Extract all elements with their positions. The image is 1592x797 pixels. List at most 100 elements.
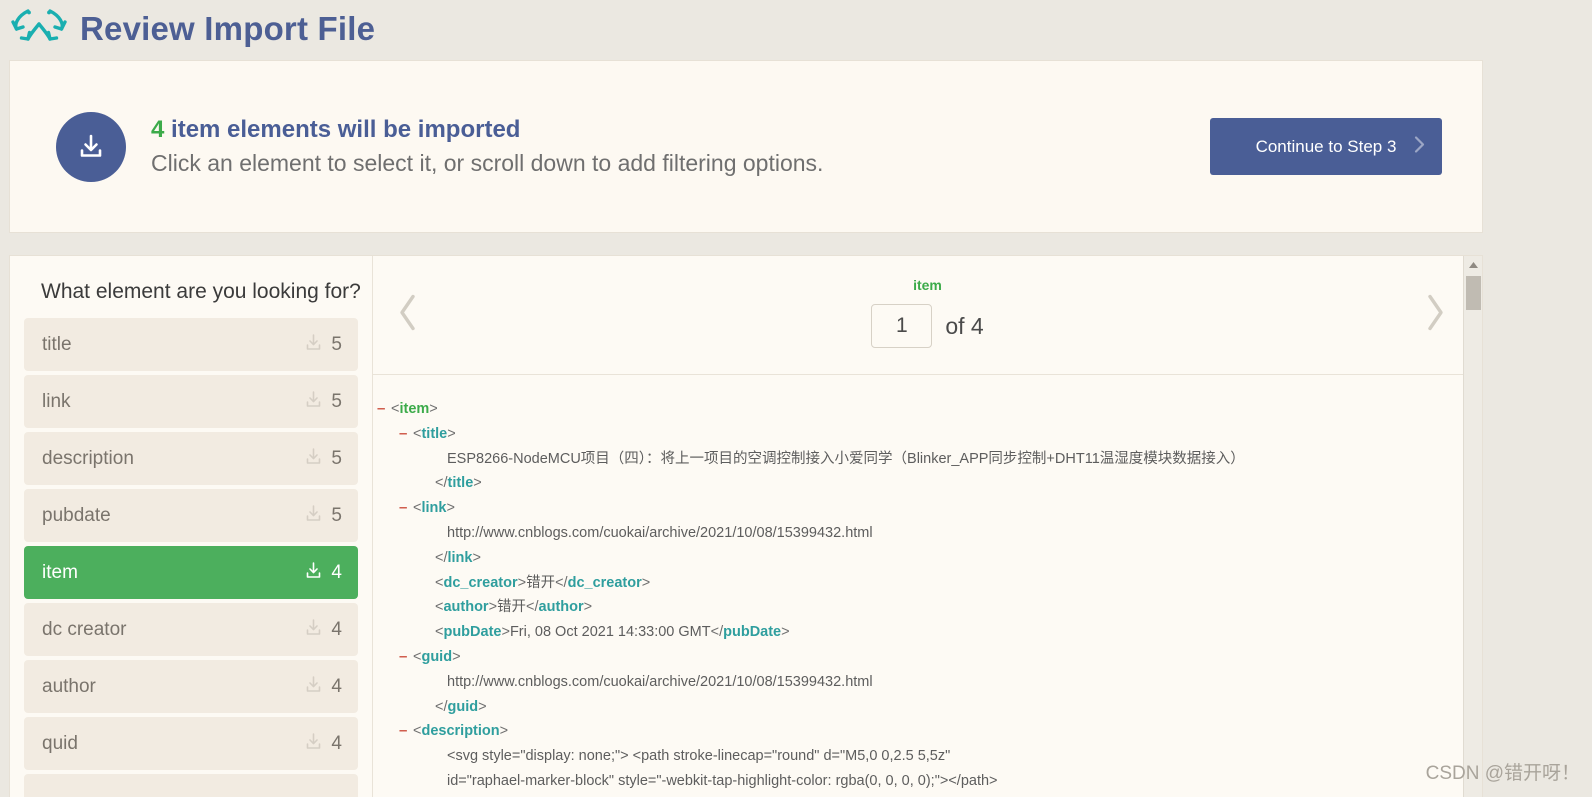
pager-center: of 4: [871, 304, 984, 348]
xml-token-tag: description: [421, 723, 500, 740]
element-row-label: item: [42, 561, 78, 583]
xml-token-txt: id="raphael-marker-block" style="-webkit…: [447, 772, 998, 789]
sidebar-heading: What element are you looking for?: [41, 280, 361, 303]
page-title: Review Import File: [80, 10, 376, 47]
element-row-dc-creator[interactable]: dc creator 4: [24, 603, 358, 656]
xml-token-punct: >: [473, 475, 482, 492]
xml-token-punct: </: [710, 624, 724, 641]
import-summary-panel: 4 item elements will be imported Click a…: [9, 60, 1483, 233]
import-summary-headline: 4 item elements will be imported: [151, 115, 1210, 145]
download-icon: [304, 561, 323, 585]
xml-token-punct: >: [429, 401, 438, 417]
page-number-input[interactable]: [871, 304, 933, 348]
pager-total-label: of 4: [945, 312, 984, 339]
import-count: 4: [151, 115, 165, 143]
xml-line: <dc_creator>错开</dc_creator>: [435, 571, 1464, 596]
xml-line: </title>: [435, 471, 1464, 496]
element-row-count: 4: [331, 675, 342, 697]
xml-token-punct: </: [435, 475, 448, 492]
xml-token-punct: >: [452, 648, 461, 665]
xml-token-txt: <svg style="display: none;"> <path strok…: [447, 748, 951, 765]
element-row-label: title: [42, 333, 72, 355]
element-row-item[interactable]: item 4: [24, 546, 358, 599]
download-icon: [304, 732, 323, 756]
xml-token-punct: </: [526, 599, 539, 616]
xml-token-txt: Fri, 08 Oct 2021 14:33:00 GMT: [509, 624, 711, 641]
xml-token-punct: >: [447, 425, 456, 442]
xml-token-punct: >: [517, 574, 527, 591]
xml-token-tag: author: [538, 599, 584, 616]
xml-token-punct: >: [499, 723, 509, 740]
xml-token-punct: >: [478, 698, 487, 715]
xml-preview: – <item> – <title> ESP8266-NodeMCU项目（四）：将上一项…: [373, 375, 1482, 797]
collapse-toggle-icon[interactable]: –: [377, 397, 385, 422]
collapse-toggle-icon[interactable]: –: [399, 496, 407, 521]
download-icon: [304, 447, 323, 471]
xml-token-punct: >: [501, 624, 510, 641]
xml-line: – <title>: [399, 422, 1464, 447]
element-row-pubdate[interactable]: pubdate 5: [24, 489, 358, 542]
element-row[interactable]: [24, 774, 358, 797]
xml-token-punct: </: [435, 698, 448, 715]
download-circle-icon: [56, 111, 126, 182]
collapse-toggle-icon[interactable]: –: [399, 719, 407, 744]
element-row-title[interactable]: title 5: [24, 318, 358, 371]
element-row-author[interactable]: author 4: [24, 660, 358, 713]
xml-line: ESP8266-NodeMCU项目（四）：将上一项目的空调控制接入小爱同学（Bl…: [447, 447, 1464, 472]
page-header: Review Import File: [0, 0, 1592, 58]
scrollbar-thumb[interactable]: [1465, 276, 1481, 310]
element-row-label: dc creator: [42, 618, 127, 640]
continue-to-step-3-button[interactable]: Continue to Step 3: [1210, 118, 1442, 175]
xml-token-tag: link: [421, 500, 447, 517]
import-headline-rest: item elements will be imported: [164, 115, 521, 143]
element-row-label: author: [42, 675, 96, 697]
page-root: Review Import File 4 item elements will …: [0, 0, 1592, 797]
xml-token-punct: >: [641, 574, 651, 591]
xml-line: – <guid>: [399, 645, 1464, 670]
scroll-up-arrow-icon[interactable]: [1464, 256, 1482, 274]
xml-line: – <link>: [399, 496, 1464, 521]
element-row-quid[interactable]: quid 4: [24, 717, 358, 770]
xml-line: http://www.cnblogs.com/cuokai/archive/20…: [447, 521, 1464, 546]
xml-token-txt: 错开: [526, 574, 556, 591]
element-row-label: quid: [42, 732, 78, 754]
xml-token-tag: dc_creator: [443, 574, 518, 591]
xml-token-txt: ESP8266-NodeMCU项目（四）：将上一项目的空调控制接入小爱同学（Bl…: [447, 450, 1245, 467]
xml-token-tag-item: item: [399, 401, 430, 417]
collapse-toggle-icon[interactable]: –: [399, 422, 407, 447]
xml-line: id="raphael-marker-block" style="-webkit…: [447, 769, 1464, 794]
pager-element-name: item: [913, 277, 942, 293]
download-icon: [304, 504, 323, 528]
collapse-toggle-icon[interactable]: –: [399, 645, 407, 670]
element-row-count: 5: [331, 390, 342, 412]
chevron-right-icon: [1413, 134, 1426, 159]
xml-token-tag: title: [421, 425, 448, 442]
record-pager: item of 4: [373, 256, 1482, 375]
xml-token-punct: >: [583, 599, 593, 616]
xml-token-punct: </: [555, 574, 568, 591]
xml-token-punct: >: [472, 549, 481, 566]
xml-line: </link>: [435, 546, 1464, 571]
element-row-count: 5: [331, 333, 342, 355]
xml-token-tag: guid: [421, 648, 453, 665]
xml-line: http://www.cnblogs.com/cuokai/archive/20…: [447, 670, 1464, 695]
element-row-description[interactable]: description 5: [24, 432, 358, 485]
import-summary-subtext: Click an element to select it, or scroll…: [151, 149, 824, 176]
xml-token-tag: guid: [447, 698, 479, 715]
element-browser-card: What element are you looking for? title 5…: [9, 255, 1483, 797]
xml-line: <pubDate>Fri, 08 Oct 2021 14:33:00 GMT</…: [435, 620, 1464, 645]
element-row-link[interactable]: link 5: [24, 375, 358, 428]
continue-button-label: Continue to Step 3: [1255, 136, 1397, 156]
vertical-scrollbar[interactable]: [1463, 256, 1482, 797]
download-icon: [304, 618, 323, 642]
xml-token-txt: 错开: [497, 599, 527, 616]
download-icon: [304, 675, 323, 699]
import-summary-text: 4 item elements will be imported Click a…: [151, 115, 1210, 179]
chevron-left-icon[interactable]: [395, 292, 421, 339]
xml-token-tag: author: [443, 599, 489, 616]
chevron-right-icon[interactable]: [1422, 292, 1448, 339]
xml-token-tag: title: [447, 475, 474, 492]
xml-token-punct: >: [488, 599, 498, 616]
element-preview-pane: item of 4 –<item>–<title>ESP8266-NodeM: [373, 256, 1482, 797]
xml-line: – <description>: [399, 719, 1464, 744]
